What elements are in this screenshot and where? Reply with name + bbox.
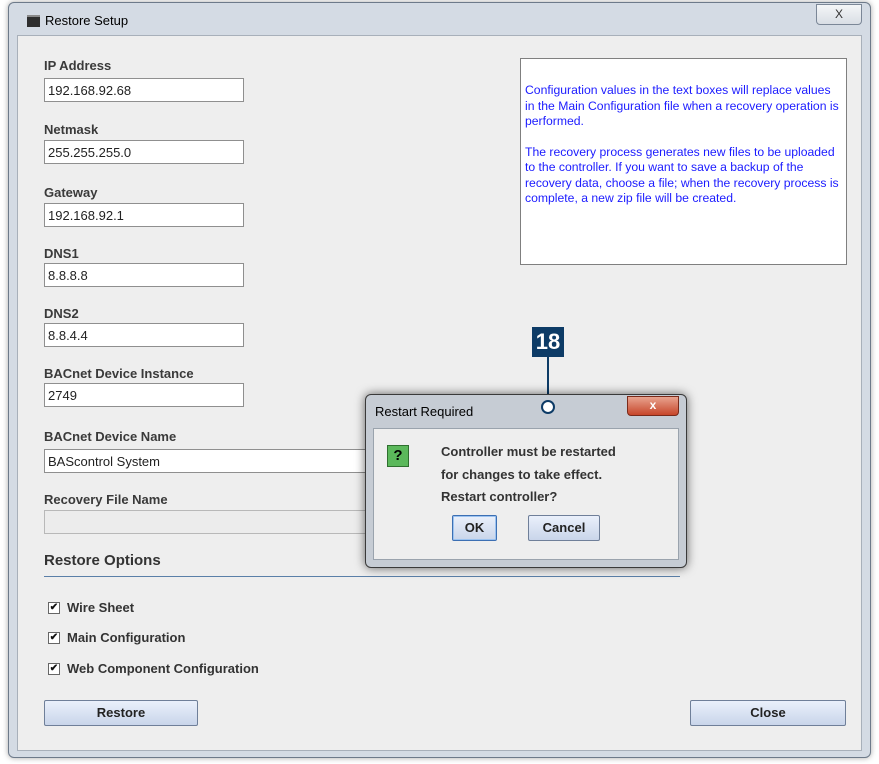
dns1-input[interactable]: 8.8.8.8 — [44, 263, 244, 287]
question-icon: ? — [387, 445, 409, 467]
bacnet-instance-label: BACnet Device Instance — [44, 366, 194, 381]
wire-sheet-checkbox[interactable]: ✔ — [48, 602, 60, 614]
info-paragraph-2: The recovery process generates new files… — [525, 144, 839, 206]
recovery-file-label: Recovery File Name — [44, 492, 168, 507]
dns1-label: DNS1 — [44, 246, 79, 261]
ip-address-label: IP Address — [44, 58, 112, 73]
info-panel: Configuration values in the text boxes w… — [520, 58, 847, 265]
dns2-input[interactable]: 8.8.4.4 — [44, 323, 244, 347]
dialog-title: Restart Required — [375, 404, 474, 419]
web-component-configuration-label: Web Component Configuration — [67, 661, 259, 676]
dialog-message-line-1: Controller must be restarted — [441, 444, 616, 459]
app-icon — [27, 15, 40, 27]
cancel-button[interactable]: Cancel — [528, 515, 600, 541]
ok-button[interactable]: OK — [452, 515, 497, 541]
window-title: Restore Setup — [45, 13, 129, 28]
dialog-message-line-3: Restart controller? — [441, 489, 558, 504]
main-configuration-checkbox[interactable]: ✔ — [48, 632, 60, 644]
wire-sheet-label: Wire Sheet — [67, 600, 135, 615]
title-bar: Restore Setup X — [9, 3, 870, 35]
restore-options-title: Restore Options — [44, 552, 161, 569]
callout-anchor-dot — [541, 400, 555, 414]
dialog-close-button[interactable]: x — [627, 396, 679, 416]
gateway-input[interactable]: 192.168.92.1 — [44, 203, 244, 227]
web-component-configuration-checkbox[interactable]: ✔ — [48, 663, 60, 675]
bacnet-instance-input[interactable]: 2749 — [44, 383, 244, 407]
close-button[interactable]: Close — [690, 700, 846, 726]
dialog-message-line-2: for changes to take effect. — [441, 467, 603, 482]
netmask-input[interactable]: 255.255.255.0 — [44, 140, 244, 164]
bacnet-name-input[interactable]: BAScontrol System — [44, 449, 384, 473]
restore-setup-panel: IP Address 192.168.92.68 Netmask 255.255… — [17, 35, 862, 751]
dialog-body: ? Controller must be restarted for chang… — [373, 428, 679, 560]
bacnet-name-label: BACnet Device Name — [44, 429, 177, 444]
restore-button[interactable]: Restore — [44, 700, 198, 726]
gateway-label: Gateway — [44, 185, 98, 200]
callout-badge: 18 — [532, 327, 564, 357]
netmask-label: Netmask — [44, 122, 99, 137]
recovery-file-input[interactable] — [44, 510, 384, 534]
restart-required-dialog: Restart Required x ? Controller must be … — [365, 394, 687, 568]
restore-setup-window: Restore Setup X IP Address 192.168.92.68… — [8, 2, 871, 758]
dns2-label: DNS2 — [44, 306, 79, 321]
ip-address-input[interactable]: 192.168.92.68 — [44, 78, 244, 102]
section-divider — [44, 576, 680, 577]
main-configuration-label: Main Configuration — [67, 630, 186, 645]
info-paragraph-1: Configuration values in the text boxes w… — [525, 83, 839, 128]
window-close-button[interactable]: X — [816, 4, 862, 25]
